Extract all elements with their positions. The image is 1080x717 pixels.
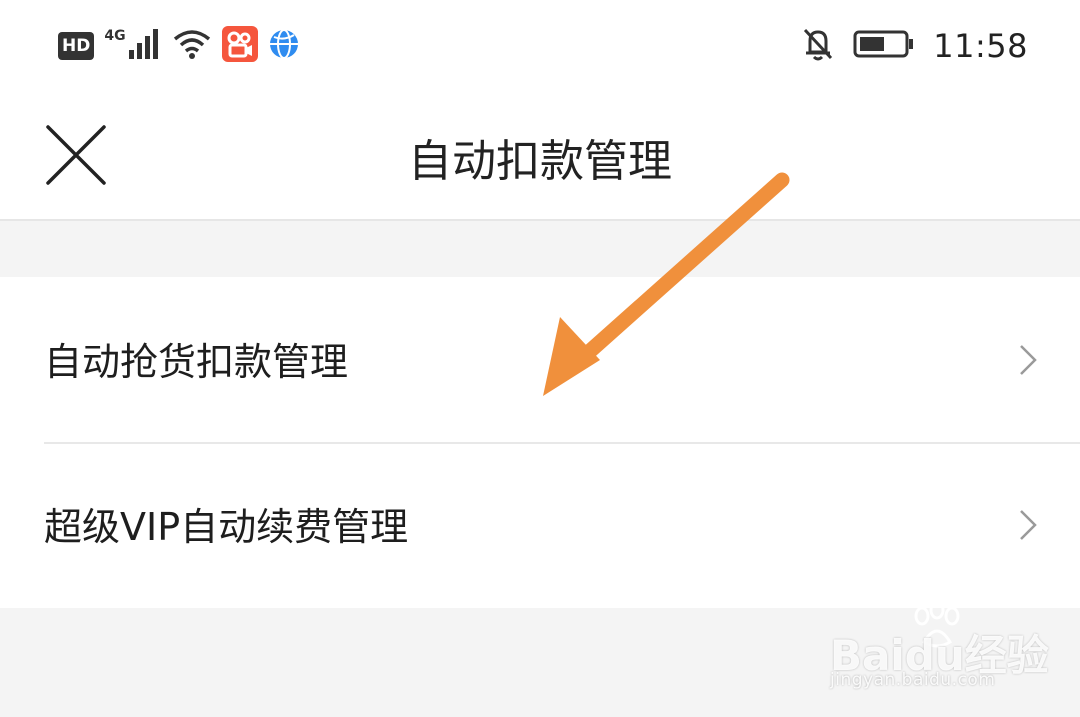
status-bar-left: HD 4G — [58, 26, 300, 66]
chevron-right-icon — [1018, 343, 1038, 377]
watermark-url: jingyan.baidu.com — [830, 670, 996, 690]
network-type-label: 4G — [104, 28, 126, 44]
list-item-auto-purchase-deduction[interactable]: 自动抢货扣款管理 — [0, 277, 1080, 444]
list-item-super-vip-auto-renew[interactable]: 超级VIP自动续费管理 — [0, 442, 1080, 607]
status-clock: 11:58 — [933, 27, 1028, 65]
page-header: 自动扣款管理 — [0, 95, 1080, 221]
baidu-watermark: Baidu经验 jingyan.baidu.com — [830, 600, 1070, 695]
signal-bars-icon — [128, 28, 162, 64]
bell-muted-icon — [801, 26, 835, 66]
wifi-icon — [172, 28, 212, 64]
kuaishou-app-icon — [221, 26, 258, 66]
page-title: 自动扣款管理 — [408, 136, 672, 187]
browser-globe-icon — [268, 28, 300, 64]
list-item-label: 超级VIP自动续费管理 — [44, 505, 409, 549]
list-item-label: 自动抢货扣款管理 — [44, 340, 349, 384]
status-bar-right: 11:58 — [801, 24, 1028, 68]
battery-icon — [853, 29, 915, 63]
chevron-right-icon — [1018, 508, 1038, 542]
status-bar: HD 4G 11:58 — [0, 0, 1080, 95]
settings-list: 自动抢货扣款管理 超级VIP自动续费管理 — [0, 277, 1080, 608]
hd-badge: HD — [58, 32, 95, 60]
